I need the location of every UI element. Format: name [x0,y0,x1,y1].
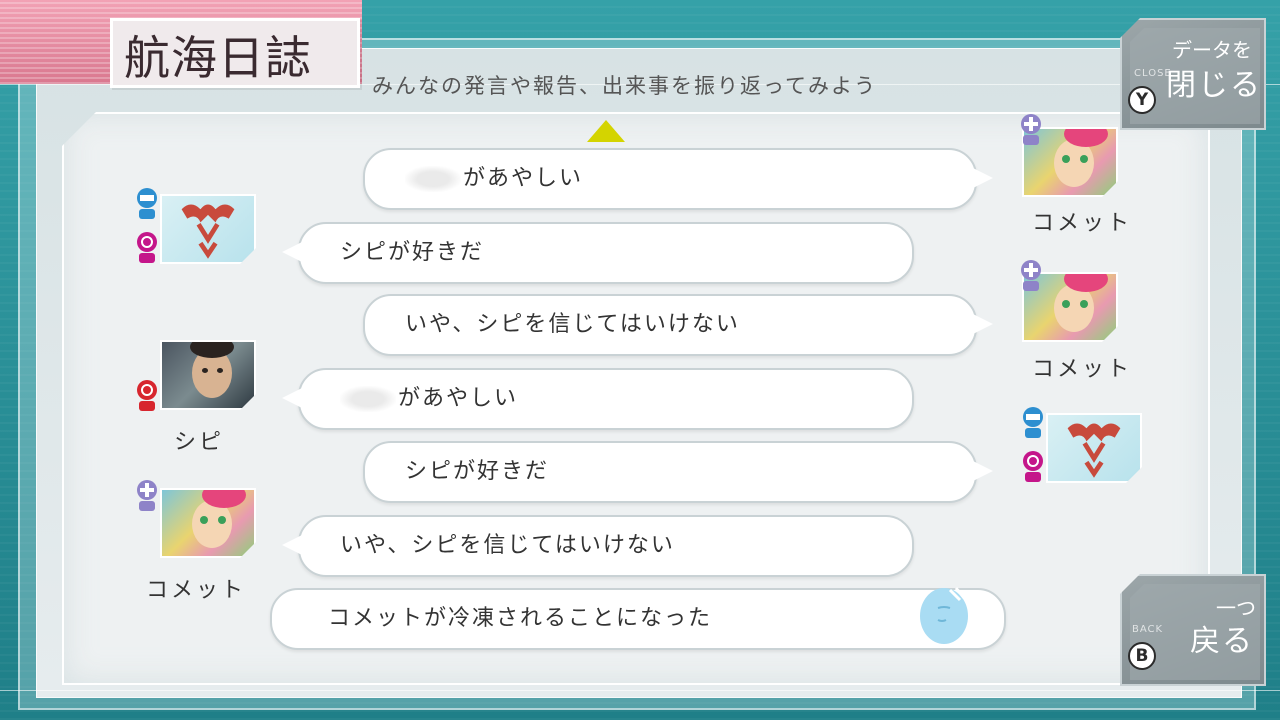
speaker-name: コメット [1032,211,1133,236]
guardian-icon [137,380,157,411]
b-key-icon[interactable]: B [1128,642,1156,670]
redacted-name [340,386,396,412]
event-item: コメットが冷凍されることになった [270,588,1006,650]
list-item: いや、シピを信じてはいけない [282,515,914,577]
avatar [1046,413,1142,483]
back-label: 戻る [1190,624,1254,659]
doctor-icon [1021,260,1041,291]
redacted-name [405,166,461,192]
message-text: シピが好きだ [405,459,550,484]
list-item: シピが好きだ [363,441,993,503]
engineer-icon [1023,407,1043,438]
triangle-up-icon[interactable] [587,120,625,142]
event-text: コメットが冷凍されることになった [328,606,713,631]
list-item: があやしい [363,148,993,210]
message-text: があやしい [463,166,584,191]
close-label: 閉じる [1166,68,1262,103]
list-item: シピが好きだ [282,222,914,284]
doctor-icon [137,480,157,511]
list-item: があやしい [282,368,914,430]
speaker-name: コメット [1032,357,1133,382]
y-key-icon[interactable]: Y [1128,86,1156,114]
avatar [160,488,256,558]
engineer-icon [137,188,157,219]
message-text: シピが好きだ [340,240,485,265]
speaker-name: シピ [174,430,225,455]
speaker-name: コメット [146,578,247,603]
message-text: いや、シピを信じてはいけない [405,312,740,337]
doctor-icon [1021,114,1041,145]
back-code: BACK [1132,624,1164,635]
avatar [160,340,256,410]
avatar [160,194,256,264]
message-text: いや、シピを信じてはいけない [340,533,675,558]
guardian-icon [1023,451,1043,482]
guardian-icon [137,232,157,263]
list-item: いや、シピを信じてはいけない [363,294,993,356]
message-text: があやしい [398,386,519,411]
frozen-head-icon [920,587,968,644]
page-title: 航海日誌 [124,31,312,85]
close-label-top: データを [1172,38,1252,62]
page-subtitle: みんなの発言や報告、出来事を振り返ってみよう [372,74,877,98]
divider [0,690,1280,691]
